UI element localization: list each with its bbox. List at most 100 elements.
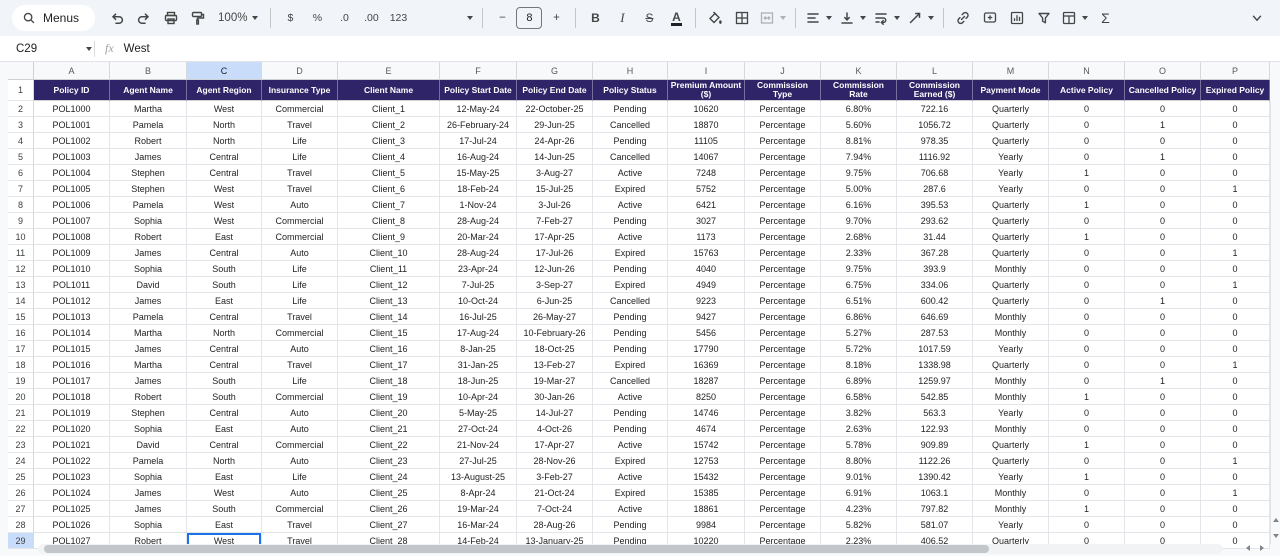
cell-D3[interactable]: Travel bbox=[262, 117, 338, 133]
cell-N19[interactable]: 0 bbox=[1049, 373, 1125, 389]
cell-F27[interactable]: 19-Mar-24 bbox=[440, 501, 517, 517]
cell-P11[interactable]: 1 bbox=[1201, 245, 1270, 261]
cell-O9[interactable]: 0 bbox=[1125, 213, 1201, 229]
cell-L17[interactable]: 1017.59 bbox=[897, 341, 973, 357]
cell-B26[interactable]: James bbox=[110, 485, 187, 501]
cell-E9[interactable]: Client_8 bbox=[338, 213, 440, 229]
cell-I10[interactable]: 1173 bbox=[668, 229, 745, 245]
scroll-right-icon[interactable] bbox=[1260, 545, 1264, 551]
cell-G9[interactable]: 7-Feb-27 bbox=[517, 213, 593, 229]
cell-P20[interactable]: 0 bbox=[1201, 389, 1270, 405]
cell-G2[interactable]: 22-October-25 bbox=[517, 101, 593, 117]
insert-comment-button[interactable] bbox=[977, 5, 1003, 31]
cell-H24[interactable]: Expired bbox=[593, 453, 668, 469]
cell-L9[interactable]: 293.62 bbox=[897, 213, 973, 229]
cell-P21[interactable]: 0 bbox=[1201, 405, 1270, 421]
cell-M28[interactable]: Yearly bbox=[973, 517, 1049, 533]
cell-O21[interactable]: 0 bbox=[1125, 405, 1201, 421]
row-number-10[interactable]: 10 bbox=[8, 229, 34, 245]
cell-C21[interactable]: Central bbox=[187, 405, 262, 421]
header-cell-K1[interactable]: Commission Rate bbox=[821, 80, 897, 101]
cell-O26[interactable]: 0 bbox=[1125, 485, 1201, 501]
cell-B9[interactable]: Sophia bbox=[110, 213, 187, 229]
header-cell-E1[interactable]: Client Name bbox=[338, 80, 440, 101]
cell-O13[interactable]: 0 bbox=[1125, 277, 1201, 293]
text-wrap-button[interactable] bbox=[870, 5, 903, 31]
insert-chart-button[interactable] bbox=[1004, 5, 1030, 31]
cell-C27[interactable]: South bbox=[187, 501, 262, 517]
cell-N18[interactable]: 0 bbox=[1049, 357, 1125, 373]
cell-I8[interactable]: 6421 bbox=[668, 197, 745, 213]
cell-M6[interactable]: Yearly bbox=[973, 165, 1049, 181]
cell-D11[interactable]: Auto bbox=[262, 245, 338, 261]
cell-N11[interactable]: 0 bbox=[1049, 245, 1125, 261]
cell-A8[interactable]: POL1006 bbox=[34, 197, 110, 213]
row-number-1[interactable]: 1 bbox=[8, 80, 34, 101]
cell-P15[interactable]: 0 bbox=[1201, 309, 1270, 325]
header-cell-L1[interactable]: Commission Earned ($) bbox=[897, 80, 973, 101]
borders-button[interactable] bbox=[729, 5, 755, 31]
cell-P9[interactable]: 0 bbox=[1201, 213, 1270, 229]
cell-L18[interactable]: 1338.98 bbox=[897, 357, 973, 373]
row-number-8[interactable]: 8 bbox=[8, 197, 34, 213]
merge-cells-button[interactable] bbox=[756, 5, 789, 31]
cell-H13[interactable]: Expired bbox=[593, 277, 668, 293]
cell-D18[interactable]: Travel bbox=[262, 357, 338, 373]
cell-J15[interactable]: Percentage bbox=[745, 309, 821, 325]
cell-G18[interactable]: 13-Feb-27 bbox=[517, 357, 593, 373]
cell-M2[interactable]: Quarterly bbox=[973, 101, 1049, 117]
cell-B17[interactable]: James bbox=[110, 341, 187, 357]
cell-O18[interactable]: 0 bbox=[1125, 357, 1201, 373]
cell-L25[interactable]: 1390.42 bbox=[897, 469, 973, 485]
cell-M4[interactable]: Quarterly bbox=[973, 133, 1049, 149]
cell-G13[interactable]: 3-Sep-27 bbox=[517, 277, 593, 293]
cell-P27[interactable]: 0 bbox=[1201, 501, 1270, 517]
cell-F21[interactable]: 5-May-25 bbox=[440, 405, 517, 421]
cell-H19[interactable]: Cancelled bbox=[593, 373, 668, 389]
row-number-17[interactable]: 17 bbox=[8, 341, 34, 357]
cell-I26[interactable]: 15385 bbox=[668, 485, 745, 501]
text-color-button[interactable]: A bbox=[663, 5, 689, 31]
cell-B7[interactable]: Stephen bbox=[110, 181, 187, 197]
cell-N10[interactable]: 1 bbox=[1049, 229, 1125, 245]
cell-N6[interactable]: 1 bbox=[1049, 165, 1125, 181]
cell-J22[interactable]: Percentage bbox=[745, 421, 821, 437]
cell-F11[interactable]: 28-Aug-24 bbox=[440, 245, 517, 261]
cell-F17[interactable]: 8-Jan-25 bbox=[440, 341, 517, 357]
cell-P26[interactable]: 1 bbox=[1201, 485, 1270, 501]
cell-F28[interactable]: 16-Mar-24 bbox=[440, 517, 517, 533]
cell-P12[interactable]: 0 bbox=[1201, 261, 1270, 277]
row-number-25[interactable]: 25 bbox=[8, 469, 34, 485]
more-formats-button[interactable]: 123 bbox=[385, 5, 411, 31]
cell-I19[interactable]: 18287 bbox=[668, 373, 745, 389]
insert-table-button[interactable] bbox=[1058, 5, 1091, 31]
column-letter-H[interactable]: H bbox=[593, 62, 668, 80]
column-letter-P[interactable]: P bbox=[1201, 62, 1270, 80]
cell-D7[interactable]: Travel bbox=[262, 181, 338, 197]
cell-G24[interactable]: 28-Nov-26 bbox=[517, 453, 593, 469]
text-rotation-button[interactable] bbox=[904, 5, 937, 31]
column-letter-C[interactable]: C bbox=[187, 62, 262, 80]
cell-M9[interactable]: Quarterly bbox=[973, 213, 1049, 229]
cell-J28[interactable]: Percentage bbox=[745, 517, 821, 533]
cell-L10[interactable]: 31.44 bbox=[897, 229, 973, 245]
cell-K15[interactable]: 6.86% bbox=[821, 309, 897, 325]
cell-F6[interactable]: 15-May-25 bbox=[440, 165, 517, 181]
cell-K27[interactable]: 4.23% bbox=[821, 501, 897, 517]
cell-P25[interactable]: 0 bbox=[1201, 469, 1270, 485]
cell-P6[interactable]: 0 bbox=[1201, 165, 1270, 181]
cell-N20[interactable]: 1 bbox=[1049, 389, 1125, 405]
cell-I15[interactable]: 9427 bbox=[668, 309, 745, 325]
cell-M7[interactable]: Yearly bbox=[973, 181, 1049, 197]
header-cell-P1[interactable]: Expired Policy bbox=[1201, 80, 1270, 101]
column-letter-K[interactable]: K bbox=[821, 62, 897, 80]
cell-I2[interactable]: 10620 bbox=[668, 101, 745, 117]
cell-K19[interactable]: 6.89% bbox=[821, 373, 897, 389]
cell-J4[interactable]: Percentage bbox=[745, 133, 821, 149]
cell-D26[interactable]: Auto bbox=[262, 485, 338, 501]
cell-J14[interactable]: Percentage bbox=[745, 293, 821, 309]
cell-A26[interactable]: POL1024 bbox=[34, 485, 110, 501]
cell-H9[interactable]: Pending bbox=[593, 213, 668, 229]
cell-K4[interactable]: 8.81% bbox=[821, 133, 897, 149]
cell-I7[interactable]: 5752 bbox=[668, 181, 745, 197]
